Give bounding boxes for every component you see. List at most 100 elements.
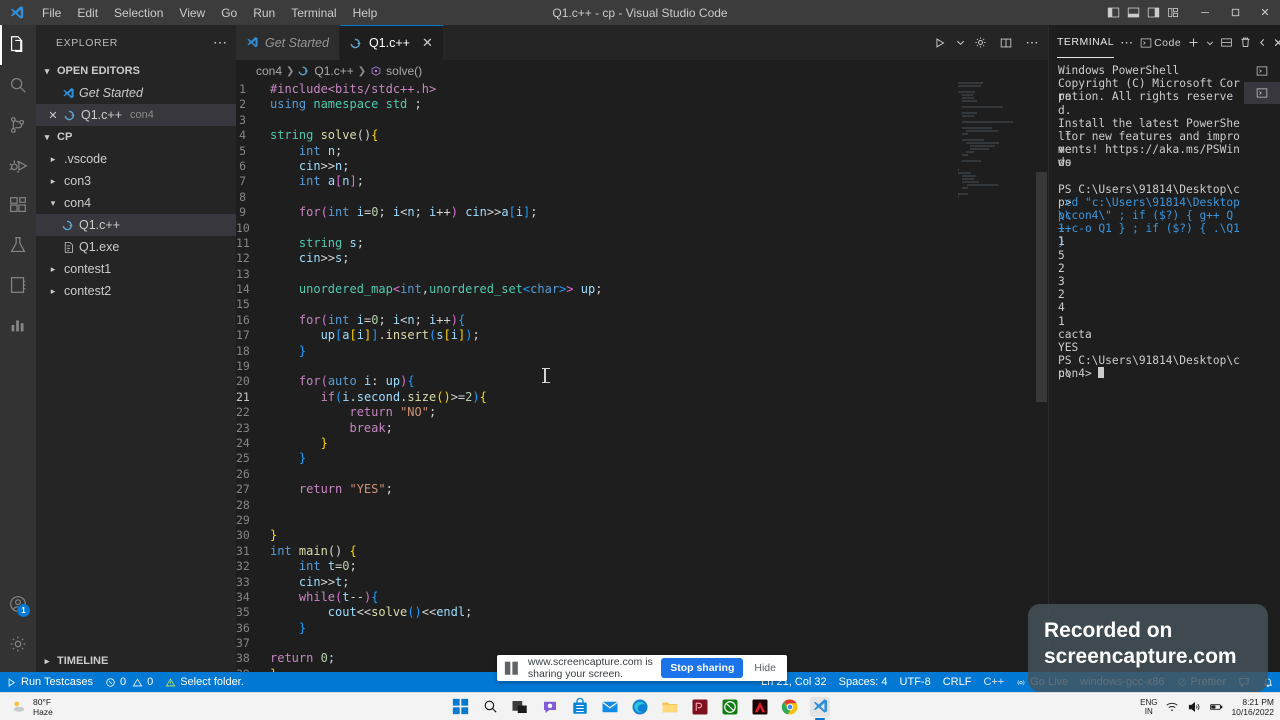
terminal-profile-code-button[interactable]: Code (1140, 37, 1181, 49)
tab-q1cpp[interactable]: Q1.c++ ✕ (339, 25, 444, 60)
activity-run-and-debug[interactable] (0, 145, 36, 185)
close-tab-icon[interactable]: ✕ (422, 35, 433, 51)
account-icon[interactable]: 1 (0, 584, 36, 624)
breadcrumb-symbol[interactable]: solve() (386, 64, 422, 78)
activity-analytics[interactable] (0, 305, 36, 345)
status-select-folder[interactable]: Select folder. (159, 672, 250, 692)
battery-icon[interactable] (1209, 700, 1223, 714)
close-editor-icon[interactable]: ✕ (46, 109, 60, 122)
code-line[interactable]: 23 break; (236, 421, 1048, 436)
open-editor-q1cpp[interactable]: ✕ Q1.c++ con4 (36, 104, 236, 126)
code-line[interactable]: 4 string solve(){ (236, 128, 1048, 143)
status-encoding[interactable]: UTF-8 (894, 672, 937, 692)
status-problems[interactable]: 0 0 (99, 672, 159, 692)
code-line[interactable]: 33 cin>>t; (236, 575, 1048, 590)
adobe-icon[interactable] (750, 697, 770, 717)
pause-icon[interactable]: ▋▋ (505, 662, 521, 675)
code-line[interactable]: 37 (236, 636, 1048, 651)
chrome-icon[interactable] (780, 697, 800, 717)
menu-view[interactable]: View (171, 1, 213, 25)
section-open-editors[interactable]: ▾ OPEN EDITORS (36, 60, 236, 82)
tab-get-started[interactable]: Get Started (236, 25, 340, 60)
code-editor[interactable]: 1 #include<bits/stdc++.h> 2 using namespace… (236, 82, 1048, 694)
section-workspace[interactable]: ▾ CP (36, 126, 236, 148)
close-window-button[interactable]: ✕ (1250, 0, 1280, 25)
customize-layout-icon[interactable] (1165, 0, 1182, 25)
terminal-instance-2[interactable] (1244, 82, 1280, 104)
code-line[interactable]: 14 unordered_map<int,unordered_set<char>… (236, 282, 1048, 297)
maximize-button[interactable] (1220, 0, 1250, 25)
tree-item-con3[interactable]: ▸ con3 (36, 170, 236, 192)
menu-run[interactable]: Run (245, 1, 283, 25)
menu-terminal[interactable]: Terminal (283, 1, 344, 25)
code-line[interactable]: 7 int a[n]; (236, 174, 1048, 189)
activity-testing[interactable] (0, 225, 36, 265)
volume-icon[interactable] (1187, 700, 1201, 714)
code-line[interactable]: 2 using namespace std ; (236, 97, 1048, 112)
code-line[interactable]: 35 cout<<solve()<<endl; (236, 605, 1048, 620)
activity-extensions[interactable] (0, 185, 36, 225)
run-icon[interactable] (928, 31, 952, 55)
code-lines[interactable]: 1 #include<bits/stdc++.h> 2 using namespace… (236, 82, 1048, 682)
menu-edit[interactable]: Edit (69, 1, 106, 25)
breadcrumb-file[interactable]: Q1.c++ (314, 64, 353, 78)
split-editor-icon[interactable] (994, 31, 1018, 55)
stop-sharing-button[interactable]: Stop sharing (661, 658, 744, 678)
sidebar-more-actions-icon[interactable]: ⋯ (213, 34, 228, 51)
code-line[interactable]: 17 up[a[i]].insert(s[i]); (236, 328, 1048, 343)
code-line[interactable]: 25 } (236, 451, 1048, 466)
photoshop-icon[interactable] (690, 697, 710, 717)
tree-item-vscode[interactable]: ▸ .vscode (36, 148, 236, 170)
code-line[interactable]: 30} (236, 528, 1048, 543)
edge-icon[interactable] (630, 697, 650, 717)
status-eol[interactable]: CRLF (937, 672, 978, 692)
code-line[interactable]: 34 while(t--){ (236, 590, 1048, 605)
code-line[interactable]: 1 #include<bits/stdc++.h> (236, 82, 1048, 97)
vscode-icon[interactable] (810, 696, 830, 720)
code-line[interactable]: 8 (236, 190, 1048, 205)
code-line[interactable]: 12 cin>>s; (236, 251, 1048, 266)
scrollbar-thumb[interactable] (1036, 172, 1047, 402)
activity-notebook[interactable] (0, 265, 36, 305)
close-panel-icon[interactable]: ✕ (1273, 33, 1280, 53)
wifi-icon[interactable] (1165, 700, 1179, 714)
terminal-output[interactable]: Windows PowerShell Copyright (C) Microsof… (1049, 60, 1245, 672)
menu-file[interactable]: File (34, 1, 69, 25)
tree-item-q1cpp[interactable]: Q1.c++ (36, 214, 236, 236)
activity-explorer[interactable] (0, 25, 36, 65)
new-terminal-icon[interactable] (1187, 33, 1200, 53)
settings-gear-icon[interactable] (968, 31, 992, 55)
code-line[interactable]: 26 (236, 467, 1048, 482)
code-line[interactable]: 15 (236, 297, 1048, 312)
tree-item-con4[interactable]: ▾ con4 (36, 192, 236, 214)
tree-item-contest2[interactable]: ▸ contest2 (36, 280, 236, 302)
editor-scrollbar[interactable] (1034, 82, 1048, 694)
minimap[interactable] (958, 82, 1034, 694)
menu-selection[interactable]: Selection (106, 1, 171, 25)
split-terminal-icon[interactable] (1220, 33, 1233, 53)
status-language-mode[interactable]: C++ (977, 672, 1010, 692)
code-line[interactable]: 32 int t=0; (236, 559, 1048, 574)
menu-help[interactable]: Help (345, 1, 386, 25)
terminal-instance-1[interactable] (1244, 60, 1280, 82)
code-line[interactable]: 36 } (236, 621, 1048, 636)
chevron-left-icon[interactable] (1258, 33, 1267, 53)
breadcrumb-folder[interactable]: con4 (256, 64, 282, 78)
chevron-down-icon[interactable] (1206, 33, 1214, 53)
code-line[interactable]: 24 } (236, 436, 1048, 451)
hide-banner-button[interactable]: Hide (751, 662, 779, 674)
code-line[interactable]: 19 (236, 359, 1048, 374)
toggle-panel-icon[interactable] (1125, 0, 1142, 25)
code-line[interactable]: 27 return "YES"; (236, 482, 1048, 497)
tray-language[interactable]: ENG IN (1140, 698, 1157, 716)
xbox-icon[interactable] (720, 697, 740, 717)
search-icon[interactable] (480, 697, 500, 717)
menu-go[interactable]: Go (213, 1, 245, 25)
task-view-icon[interactable] (510, 697, 530, 717)
code-line[interactable]: 3 (236, 113, 1048, 128)
code-line[interactable]: 28 (236, 498, 1048, 513)
more-actions-icon[interactable]: ⋯ (1020, 31, 1044, 55)
code-line[interactable]: 31 int main() { (236, 544, 1048, 559)
code-line[interactable]: 13 (236, 267, 1048, 282)
gear-icon[interactable] (0, 624, 36, 664)
